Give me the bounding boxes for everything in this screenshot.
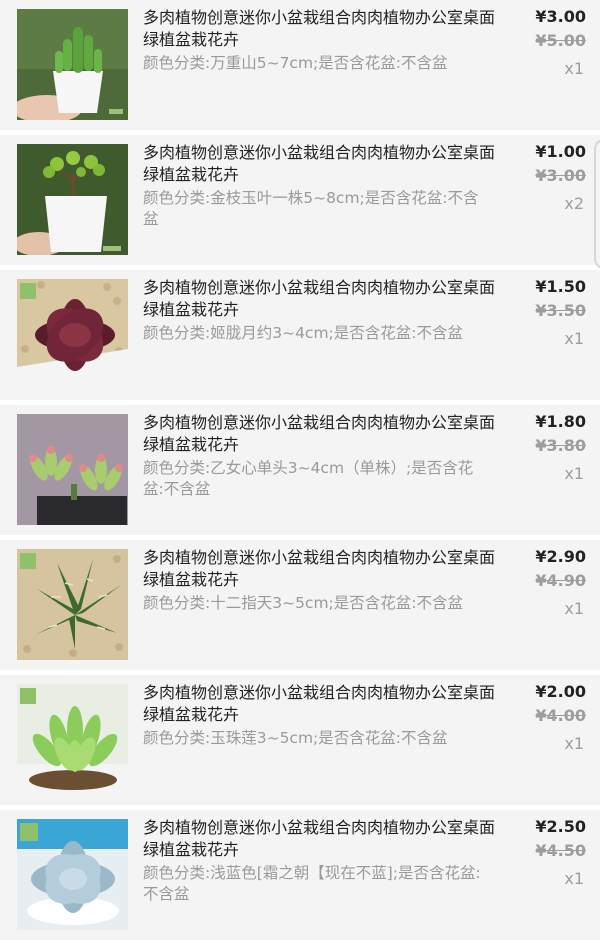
cactus-plant-image xyxy=(17,9,128,120)
item-title[interactable]: 多肉植物创意迷你小盆栽组合肉肉植物办公室桌面绿植盆栽花卉 xyxy=(143,412,503,456)
item-spec: 颜色分类:万重山5~7cm;是否含花盆:不含盆 xyxy=(143,54,448,72)
item-title[interactable]: 多肉植物创意迷你小盆栽组合肉肉植物办公室桌面绿植盆栽花卉 xyxy=(143,682,503,726)
edge-handle[interactable] xyxy=(594,139,600,269)
item-spec: 颜色分类:姬胧月约3~4cm;是否含花盆:不含盆 xyxy=(143,324,463,342)
item-title[interactable]: 多肉植物创意迷你小盆栽组合肉肉植物办公室桌面绿植盆栽花卉 xyxy=(143,817,503,861)
product-thumbnail[interactable] xyxy=(17,819,128,930)
item-quantity: x1 xyxy=(564,329,584,348)
product-thumbnail[interactable] xyxy=(17,144,128,255)
item-quantity: x1 xyxy=(564,599,584,618)
item-original-price: ¥4.90 xyxy=(535,571,586,590)
item-spec: 颜色分类:玉珠莲3~5cm;是否含花盆:不含盆 xyxy=(143,729,448,747)
item-quantity: x1 xyxy=(564,734,584,753)
green-echeveria-image xyxy=(17,684,128,795)
order-item-6[interactable]: 多肉植物创意迷你小盆栽组合肉肉植物办公室桌面绿植盆栽花卉 颜色分类:玉珠莲3~5… xyxy=(0,675,600,805)
item-spec: 颜色分类:浅蓝色[霜之朝【现在不蓝];是否含花盆:不含盆 xyxy=(143,864,481,903)
item-original-price: ¥3.80 xyxy=(535,436,586,455)
product-thumbnail[interactable] xyxy=(17,279,128,390)
item-spec: 颜色分类:十二指天3~5cm;是否含花盆:不含盆 xyxy=(143,594,463,612)
order-item-7[interactable]: 多肉植物创意迷你小盆栽组合肉肉植物办公室桌面绿植盆栽花卉 颜色分类:浅蓝色[霜之… xyxy=(0,810,600,940)
item-original-price: ¥4.50 xyxy=(535,841,586,860)
item-original-price: ¥3.00 xyxy=(535,166,586,185)
item-price: ¥3.00 xyxy=(535,7,586,26)
jade-plant-image xyxy=(17,144,128,255)
dark-red-rosette-image xyxy=(17,279,128,390)
item-original-price: ¥3.50 xyxy=(535,301,586,320)
item-price: ¥2.00 xyxy=(535,682,586,701)
item-title[interactable]: 多肉植物创意迷你小盆栽组合肉肉植物办公室桌面绿植盆栽花卉 xyxy=(143,142,503,186)
product-thumbnail[interactable] xyxy=(17,9,128,120)
blue-rosette-image xyxy=(17,819,128,930)
item-price: ¥2.50 xyxy=(535,817,586,836)
item-price: ¥1.00 xyxy=(535,142,586,161)
order-item-2[interactable]: 多肉植物创意迷你小盆栽组合肉肉植物办公室桌面绿植盆栽花卉 颜色分类:金枝玉叶一株… xyxy=(0,135,600,265)
item-price: ¥1.80 xyxy=(535,412,586,431)
item-price: ¥2.90 xyxy=(535,547,586,566)
item-quantity: x1 xyxy=(564,464,584,483)
item-spec: 颜色分类:金枝玉叶一株5~8cm;是否含花盆:不含盆 xyxy=(143,189,479,228)
item-quantity: x1 xyxy=(564,869,584,888)
item-title[interactable]: 多肉植物创意迷你小盆栽组合肉肉植物办公室桌面绿植盆栽花卉 xyxy=(143,547,503,591)
item-price: ¥1.50 xyxy=(535,277,586,296)
order-item-list: 多肉植物创意迷你小盆栽组合肉肉植物办公室桌面绿植盆栽花卉 颜色分类:万重山5~7… xyxy=(0,0,600,951)
item-quantity: x1 xyxy=(564,59,584,78)
pink-tip-succulent-image xyxy=(17,414,128,525)
item-original-price: ¥4.00 xyxy=(535,706,586,725)
zebra-haworthia-image xyxy=(17,549,128,660)
item-quantity: x2 xyxy=(564,194,584,213)
item-spec: 颜色分类:乙女心单头3~4cm（单株）;是否含花盆:不含盆 xyxy=(143,459,474,498)
item-title[interactable]: 多肉植物创意迷你小盆栽组合肉肉植物办公室桌面绿植盆栽花卉 xyxy=(143,277,503,321)
order-item-5[interactable]: 多肉植物创意迷你小盆栽组合肉肉植物办公室桌面绿植盆栽花卉 颜色分类:十二指天3~… xyxy=(0,540,600,670)
product-thumbnail[interactable] xyxy=(17,684,128,795)
order-item-3[interactable]: 多肉植物创意迷你小盆栽组合肉肉植物办公室桌面绿植盆栽花卉 颜色分类:姬胧月约3~… xyxy=(0,270,600,400)
product-thumbnail[interactable] xyxy=(17,414,128,525)
order-item-1[interactable]: 多肉植物创意迷你小盆栽组合肉肉植物办公室桌面绿植盆栽花卉 颜色分类:万重山5~7… xyxy=(0,0,600,130)
product-thumbnail[interactable] xyxy=(17,549,128,660)
item-title[interactable]: 多肉植物创意迷你小盆栽组合肉肉植物办公室桌面绿植盆栽花卉 xyxy=(143,7,503,51)
item-original-price: ¥5.00 xyxy=(535,31,586,50)
order-item-4[interactable]: 多肉植物创意迷你小盆栽组合肉肉植物办公室桌面绿植盆栽花卉 颜色分类:乙女心单头3… xyxy=(0,405,600,535)
